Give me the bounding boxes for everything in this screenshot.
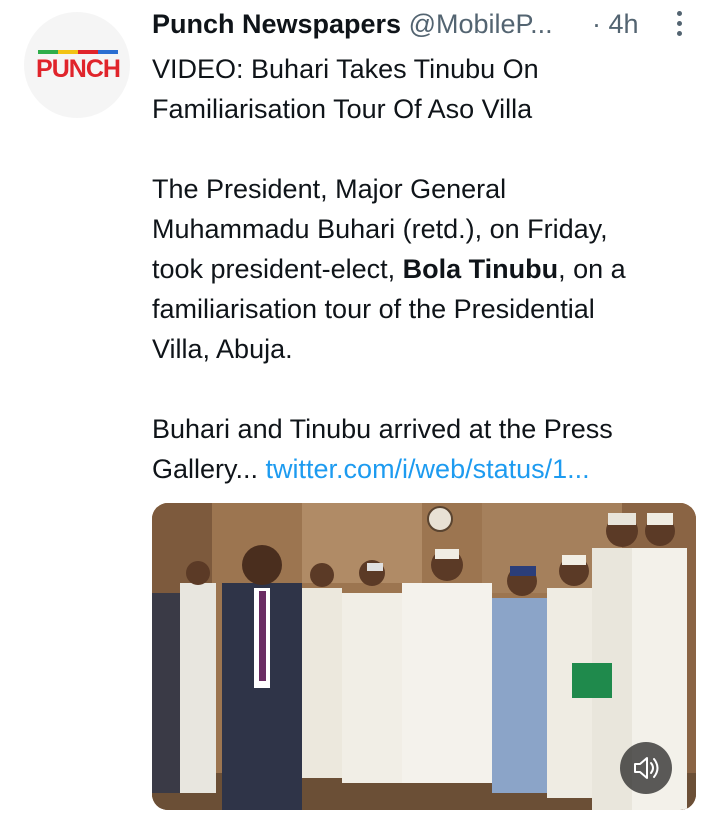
body-line: Gallery... twitter.com/i/web/status/1... xyxy=(152,449,697,489)
mention-bold: Bola Tinubu xyxy=(402,254,559,284)
display-name[interactable]: Punch Newspapers xyxy=(152,9,401,39)
tweet-timestamp[interactable]: · 4h xyxy=(592,6,639,42)
body-line: Muhammadu Buhari (retd.), on Friday, xyxy=(152,214,608,244)
body-line: familiarisation tour of the Presidential xyxy=(152,294,595,324)
tweet-header: Punch Newspapers @MobileP... · 4h xyxy=(152,6,712,42)
body-line: Villa, Abuja. xyxy=(152,334,293,364)
video-thumbnail xyxy=(152,503,696,810)
headline-line: VIDEO: Buhari Takes Tinubu On xyxy=(152,54,539,84)
avatar[interactable]: PUNCH xyxy=(24,12,130,118)
punch-logo: PUNCH xyxy=(34,50,122,83)
body-text: , on a xyxy=(558,254,626,284)
speaker-volume-icon[interactable] xyxy=(620,742,672,794)
user-handle[interactable]: @MobileP... xyxy=(409,9,553,39)
more-options-icon[interactable] xyxy=(664,10,694,38)
headline-line: Familiarisation Tour Of Aso Villa xyxy=(152,94,533,124)
body-line: The President, Major General xyxy=(152,174,507,204)
body-line: Buhari and Tinubu arrived at the Press xyxy=(152,414,613,444)
punch-logo-text: PUNCH xyxy=(36,55,121,83)
tweet-text: VIDEO: Buhari Takes Tinubu On Familiaris… xyxy=(152,49,697,489)
video-player[interactable] xyxy=(152,503,696,810)
tweet-link[interactable]: twitter.com/i/web/status/1... xyxy=(266,454,590,484)
body-line: took president-elect, Bola Tinubu, on a xyxy=(152,249,697,289)
body-text: Gallery... xyxy=(152,454,266,484)
body-text: took president-elect, xyxy=(152,254,403,284)
